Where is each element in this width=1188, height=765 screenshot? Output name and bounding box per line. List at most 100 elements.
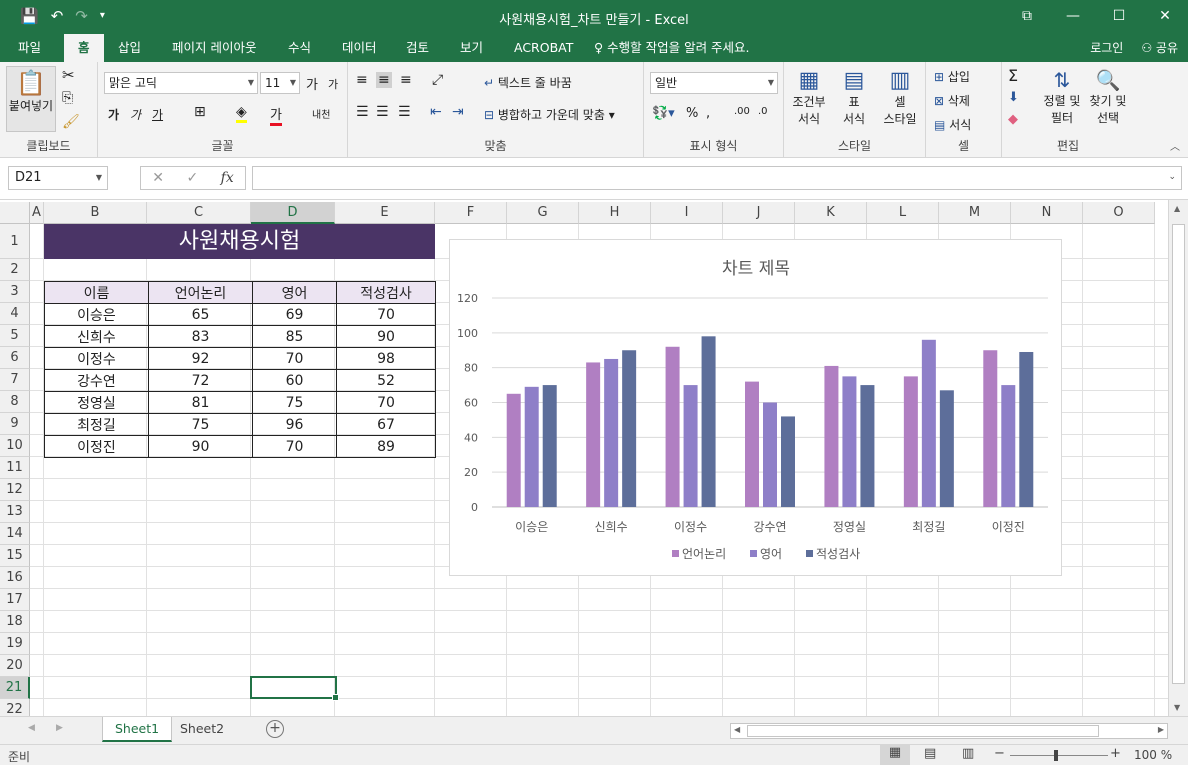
bar-영어-이정진[interactable] — [1001, 385, 1016, 507]
format-cells-button[interactable]: ▤ 서식 — [934, 116, 971, 133]
tab-home[interactable]: 홈 — [64, 34, 104, 62]
minimize-button[interactable]: — — [1050, 0, 1096, 34]
table-cell[interactable]: 최정길 — [44, 413, 149, 436]
next-sheet-icon[interactable]: ▶ — [56, 723, 63, 733]
cut-icon[interactable]: ✂ — [62, 66, 75, 84]
font-size-select[interactable]: 11 ▼ — [260, 72, 300, 94]
fill-icon[interactable]: ⬇ — [1008, 90, 1019, 105]
column-header-j[interactable]: J — [723, 202, 795, 224]
bar-언어논리-신희수[interactable] — [586, 362, 601, 507]
login-link[interactable]: 로그인 — [1090, 34, 1123, 62]
row-header-11[interactable]: 11 — [0, 457, 30, 479]
maximize-button[interactable]: ☐ — [1096, 0, 1142, 34]
row-header-1[interactable]: 1 — [0, 224, 30, 259]
zoom-slider-track[interactable] — [1010, 755, 1108, 756]
column-header-k[interactable]: K — [795, 202, 867, 224]
page-break-view-icon[interactable]: ▥ — [962, 746, 974, 761]
header-cell-verbal[interactable]: 언어논리 — [148, 281, 253, 304]
row-header-17[interactable]: 17 — [0, 589, 30, 611]
tab-page-layout[interactable]: 페이지 레이아웃 — [162, 34, 266, 62]
zoom-out-icon[interactable]: − — [994, 746, 1005, 761]
table-cell[interactable]: 65 — [148, 303, 253, 326]
table-cell[interactable]: 60 — [252, 369, 337, 392]
table-cell[interactable]: 75 — [252, 391, 337, 414]
worksheet-grid[interactable]: ABCDEFGHIJKLMNO 1 2 3 4 5 6 7 8 9 10 11 12 13 14 15 16 1… — [0, 200, 1168, 716]
row-header-9[interactable]: 9 — [0, 413, 30, 435]
bar-영어-최정길[interactable] — [921, 339, 936, 507]
scroll-left-icon[interactable]: ◀ — [734, 725, 740, 734]
scroll-down-icon[interactable]: ▼ — [1174, 703, 1180, 712]
bar-언어논리-이정수[interactable] — [665, 346, 680, 507]
bar-언어논리-정영실[interactable] — [824, 365, 839, 507]
row-header-15[interactable]: 15 — [0, 545, 30, 567]
normal-view-icon[interactable]: ▦ — [880, 745, 910, 765]
align-bottom-icon[interactable]: ≡ — [400, 72, 412, 88]
paste-button[interactable]: 📋 붙여넣기 — [6, 66, 56, 132]
legend-entry[interactable]: 영어 — [760, 547, 782, 561]
table-cell[interactable]: 70 — [336, 303, 436, 326]
horizontal-scrollbar[interactable]: ◀ ▶ — [730, 723, 1168, 739]
insert-function-icon[interactable]: fx — [221, 170, 234, 186]
chart-object[interactable]: 차트 제목 0 20 40 60 80 100 120 이승은 신희수 이정수 강수연 정영실 최정길 이… — [449, 239, 1062, 576]
wrap-text-button[interactable]: ↵ 텍스트 줄 바꿈 — [484, 74, 572, 91]
column-header-g[interactable]: G — [507, 202, 579, 224]
underline-button[interactable]: 가 — [152, 106, 163, 123]
bar-언어논리-최정길[interactable] — [903, 376, 918, 507]
bar-적성검사-최정길[interactable] — [939, 390, 954, 507]
fill-color-icon[interactable]: ◈ — [236, 104, 247, 123]
row-header-19[interactable]: 19 — [0, 633, 30, 655]
border-icon[interactable]: ⊞ — [194, 104, 206, 120]
tab-file[interactable]: 파일 — [8, 34, 51, 62]
chart-title[interactable]: 차트 제목 — [722, 259, 790, 279]
increase-indent-icon[interactable]: ⇥ — [452, 104, 464, 120]
horizontal-scroll-thumb[interactable] — [747, 725, 1099, 737]
row-header-14[interactable]: 14 — [0, 523, 30, 545]
comma-icon[interactable]: , — [706, 106, 710, 121]
bar-언어논리-이승은[interactable] — [506, 393, 521, 507]
table-cell[interactable]: 90 — [148, 435, 253, 458]
copy-icon[interactable]: ⎘ — [62, 90, 73, 106]
row-header-21[interactable]: 21 — [0, 677, 30, 699]
vertical-scroll-thumb[interactable] — [1172, 224, 1185, 684]
table-cell[interactable]: 강수연 — [44, 369, 149, 392]
row-header-5[interactable]: 5 — [0, 325, 30, 347]
column-header-d[interactable]: D — [251, 202, 335, 224]
row-header-2[interactable]: 2 — [0, 259, 30, 281]
align-top-icon[interactable]: ≡ — [356, 72, 368, 88]
zoom-in-icon[interactable]: + — [1110, 746, 1121, 761]
table-cell[interactable]: 81 — [148, 391, 253, 414]
table-cell[interactable]: 신희수 — [44, 325, 149, 348]
font-name-select[interactable]: 맑은 고딕 ▼ — [104, 72, 258, 94]
bar-영어-이승은[interactable] — [524, 386, 539, 507]
percent-button[interactable]: % — [686, 106, 698, 121]
merge-center-button[interactable]: ⊟ 병합하고 가운데 맞춤 ▾ — [484, 106, 615, 123]
decrease-decimal-icon[interactable]: .0 — [758, 106, 768, 117]
column-header-e[interactable]: E — [335, 202, 435, 224]
tab-formulas[interactable]: 수식 — [278, 34, 321, 62]
font-color-button[interactable]: 가 — [270, 104, 282, 126]
collapse-ribbon-icon[interactable]: ︿ — [1170, 138, 1180, 153]
legend-entry[interactable]: 언어논리 — [682, 547, 726, 561]
table-cell[interactable]: 69 — [252, 303, 337, 326]
autosum-icon[interactable]: Σ — [1008, 66, 1018, 85]
close-button[interactable]: ✕ — [1142, 0, 1188, 34]
zoom-level[interactable]: 100 % — [1134, 748, 1172, 762]
delete-cells-button[interactable]: ⊠ 삭제 — [934, 92, 970, 109]
row-header-7[interactable]: 7 — [0, 369, 30, 391]
bar-언어논리-강수연[interactable] — [745, 381, 759, 507]
table-cell[interactable]: 정영실 — [44, 391, 149, 414]
decrease-indent-icon[interactable]: ⇤ — [430, 104, 442, 120]
cell-styles-button[interactable]: ▥ 셀 스타일 — [876, 68, 924, 127]
conditional-format-button[interactable]: ▦ 조건부 서식 — [788, 68, 830, 127]
row-header-10[interactable]: 10 — [0, 435, 30, 457]
bar-적성검사-강수연[interactable] — [781, 416, 795, 507]
expand-formula-icon[interactable]: ⌄ — [1168, 172, 1176, 182]
table-cell[interactable]: 67 — [336, 413, 436, 436]
number-format-select[interactable]: 일반 ▼ — [650, 72, 778, 94]
format-painter-icon[interactable]: 🖌 — [62, 114, 80, 130]
bar-적성검사-신희수[interactable] — [622, 350, 637, 507]
tab-insert[interactable]: 삽입 — [108, 34, 151, 62]
tab-view[interactable]: 보기 — [450, 34, 493, 62]
column-header-f[interactable]: F — [435, 202, 507, 224]
currency-icon[interactable]: 💱▾ — [652, 106, 675, 121]
